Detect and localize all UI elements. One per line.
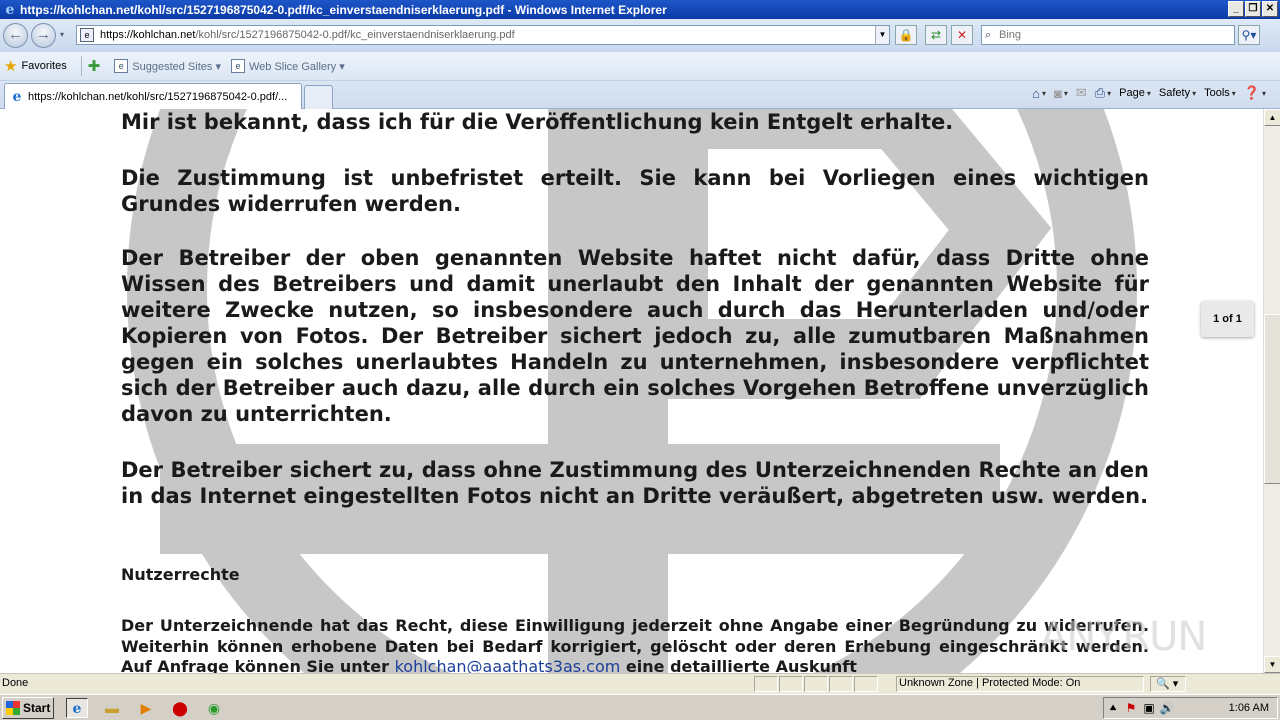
page-indicator: 1 of 1 [1201,301,1254,337]
ie-logo-icon: e [5,1,15,18]
search-input[interactable]: ⌕ Bing [981,25,1235,45]
address-bar[interactable]: e https://kohlchan.net/kohl/src/15271968… [76,25,890,45]
scroll-down-button[interactable]: ▼ [1264,656,1280,673]
tab-favicon-icon: e [12,88,22,105]
favorites-button[interactable]: ★ Favorites [4,57,67,75]
help-button[interactable]: ❓ ▾ [1244,85,1266,101]
address-row: ← → ▾ e https://kohlchan.net/kohl/src/15… [0,19,1280,52]
read-mail-button[interactable]: ✉ [1076,85,1087,101]
favorites-star-icon: ★ [4,58,18,75]
feeds-button[interactable]: ◙ ▾ [1054,86,1068,101]
zoom-control[interactable]: 🔍 ▾ [1156,677,1178,690]
suggested-sites-label: Suggested Sites ▾ [132,60,221,73]
title-bar: e https://kohlchan.net/kohl/src/15271968… [0,0,1280,19]
status-cell [854,676,878,692]
tools-menu-label: Tools [1204,87,1230,99]
back-button[interactable]: ← [3,23,28,48]
printer-icon: ⎙ [1094,85,1106,100]
close-button[interactable]: ✕ [1262,1,1278,17]
help-icon: ❓ [1243,85,1260,100]
window-controls: _ ❐ ✕ [1228,1,1278,17]
search-placeholder: Bing [999,29,1022,41]
safety-menu-label: Safety [1158,87,1191,99]
stop-button[interactable]: ✕ [951,25,973,45]
taskbar-ie-icon[interactable]: e [66,698,88,718]
status-bar: Done Unknown Zone | Protected Mode: On 🔍… [0,673,1280,694]
tray-security-icon[interactable]: ⚑ [1122,701,1140,715]
new-tab-button[interactable] [304,85,333,109]
status-text: Done [2,677,29,689]
print-button[interactable]: ⎙ ▾ [1095,85,1111,101]
page-menu-label: Page [1119,87,1145,99]
web-slice-gallery-link[interactable]: e Web Slice Gallery ▾ [230,59,345,73]
windows-flag-icon [6,701,20,715]
page-icon: e [80,28,94,42]
minimize-button[interactable]: _ [1228,1,1244,17]
favorites-separator [80,56,82,76]
anyrun-watermark: ANY.RUN [1040,614,1207,660]
paragraph-consent-duration: Die Zustimmung ist unbefristet erteilt. … [121,166,1149,216]
suggested-sites-link[interactable]: e Suggested Sites ▾ [114,59,221,73]
system-tray: ⯅ ⚑ ▣ 🔊 1:06 AM [1103,697,1278,719]
scroll-up-button[interactable]: ▲ [1264,109,1280,126]
security-zone-text: Unknown Zone | Protected Mode: On [899,677,1081,689]
user-rights-text-end: eine detaillierte Auskunft [620,657,857,673]
scroll-thumb[interactable] [1264,314,1280,484]
pdf-viewer[interactable]: Mir ist bekannt, dass ich für die Veröff… [0,109,1263,673]
paragraph-publication-fee: Mir ist bekannt, dass ich für die Veröff… [121,110,954,134]
taskbar-chrome-icon[interactable]: ◉ [203,698,225,718]
refresh-button[interactable]: ⇄ [925,25,947,45]
paragraph-liability: Der Betreiber der oben genannten Website… [121,246,1149,426]
favorites-bar: ★ Favorites ✚ e Suggested Sites ▾ e Web … [0,52,1280,81]
address-path: /kohl/src/1527196875042-0.pdf/kc_einvers… [195,29,515,41]
heading-nutzerrechte: Nutzerrechte [121,565,240,584]
status-cell [754,676,778,692]
taskbar-explorer-icon[interactable]: ▬ [101,698,123,718]
tools-menu[interactable]: Tools ▾ [1204,87,1236,99]
maximize-button[interactable]: ❐ [1245,1,1261,17]
status-cell [829,676,853,692]
start-label: Start [23,701,51,715]
paragraph-user-rights: Der Unterzeichnende hat das Recht, diese… [121,616,1149,673]
start-button[interactable]: Start [2,697,54,719]
window-title: https://kohlchan.net/kohl/src/1527196875… [20,2,667,17]
command-bar: ⌂ ▾ ◙ ▾ ✉ ⎙ ▾ Page ▾ Safety ▾ Tools ▾ ❓ ▾ [1032,85,1266,101]
taskbar: Start e ▬ ▶ ⬤ ◉ ⯅ ⚑ ▣ 🔊 1:06 AM [0,694,1280,720]
taskbar-media-player-icon[interactable]: ▶ [135,698,157,718]
rss-icon: ◙ [1053,85,1062,101]
add-to-favorites-icon[interactable]: ✚ [88,57,101,75]
web-slice-gallery-icon: e [230,59,245,73]
mail-icon: ✉ [1075,85,1087,100]
tray-network-icon[interactable]: ▣ [1140,701,1158,715]
web-slice-gallery-label: Web Slice Gallery ▾ [248,60,345,73]
status-cell [804,676,828,692]
address-host: https://kohlchan.net [100,29,196,41]
vertical-scrollbar[interactable]: ▲ ▼ [1263,109,1280,673]
taskbar-opera-icon[interactable]: ⬤ [169,698,191,718]
tab-label: https://kohlchan.net/kohl/src/1527196875… [28,90,288,103]
tab-row: e https://kohlchan.net/kohl/src/15271968… [0,81,1280,109]
suggested-sites-icon: e [114,59,129,73]
page-menu[interactable]: Page ▾ [1119,87,1151,99]
email-link[interactable]: kohlchan@aaathats3as.com [395,657,621,673]
address-dropdown[interactable]: ▼ [875,26,889,44]
home-button[interactable]: ⌂ ▾ [1032,86,1046,101]
forward-button[interactable]: → [31,23,56,48]
lock-icon[interactable]: 🔒 [895,25,917,45]
home-icon: ⌂ [1032,85,1040,101]
favorites-label: Favorites [21,60,67,72]
paragraph-rights: Der Betreiber sichert zu, dass ohne Zust… [121,458,1149,508]
tab-current[interactable]: e https://kohlchan.net/kohl/src/15271968… [4,83,302,109]
search-button[interactable]: ⚲▾ [1238,25,1260,45]
tray-expand-icon[interactable]: ⯅ [1104,701,1122,716]
safety-menu[interactable]: Safety ▾ [1159,87,1196,99]
recent-pages-dropdown[interactable]: ▾ [60,30,64,39]
tray-volume-icon[interactable]: 🔊 [1158,701,1176,715]
clock[interactable]: 1:06 AM [1229,702,1269,714]
status-cell [779,676,803,692]
bing-icon: ⌕ [985,28,992,41]
